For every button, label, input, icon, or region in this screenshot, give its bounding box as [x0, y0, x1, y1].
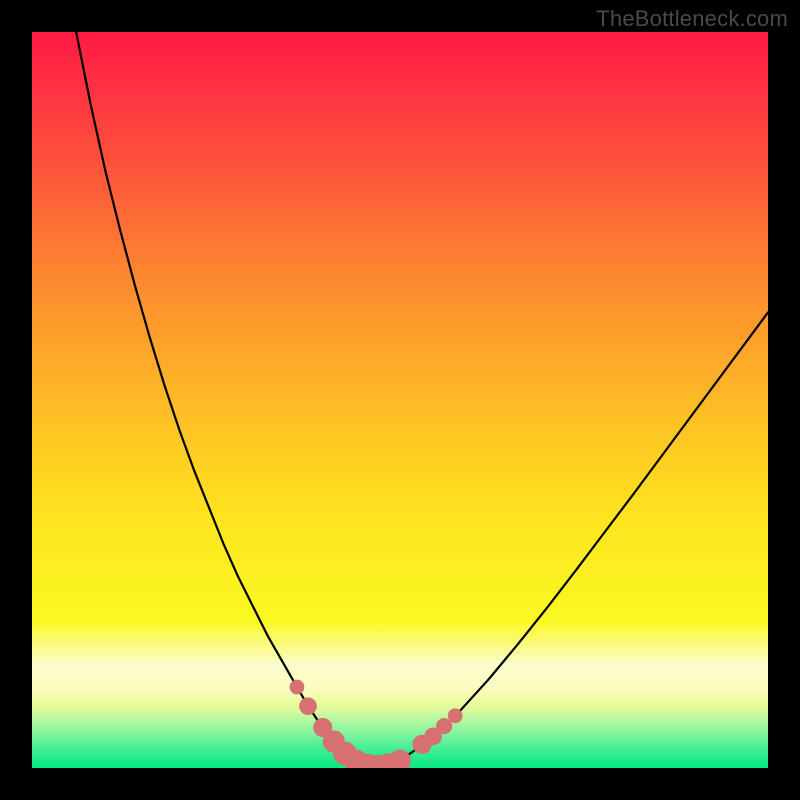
- data-marker: [290, 680, 305, 695]
- chart-frame: TheBottleneck.com: [0, 0, 800, 800]
- plot-area: [32, 32, 768, 768]
- data-marker: [299, 697, 317, 715]
- watermark-text: TheBottleneck.com: [596, 6, 788, 32]
- data-marker: [448, 708, 463, 723]
- bottleneck-chart: [32, 32, 768, 768]
- gradient-background: [32, 32, 768, 768]
